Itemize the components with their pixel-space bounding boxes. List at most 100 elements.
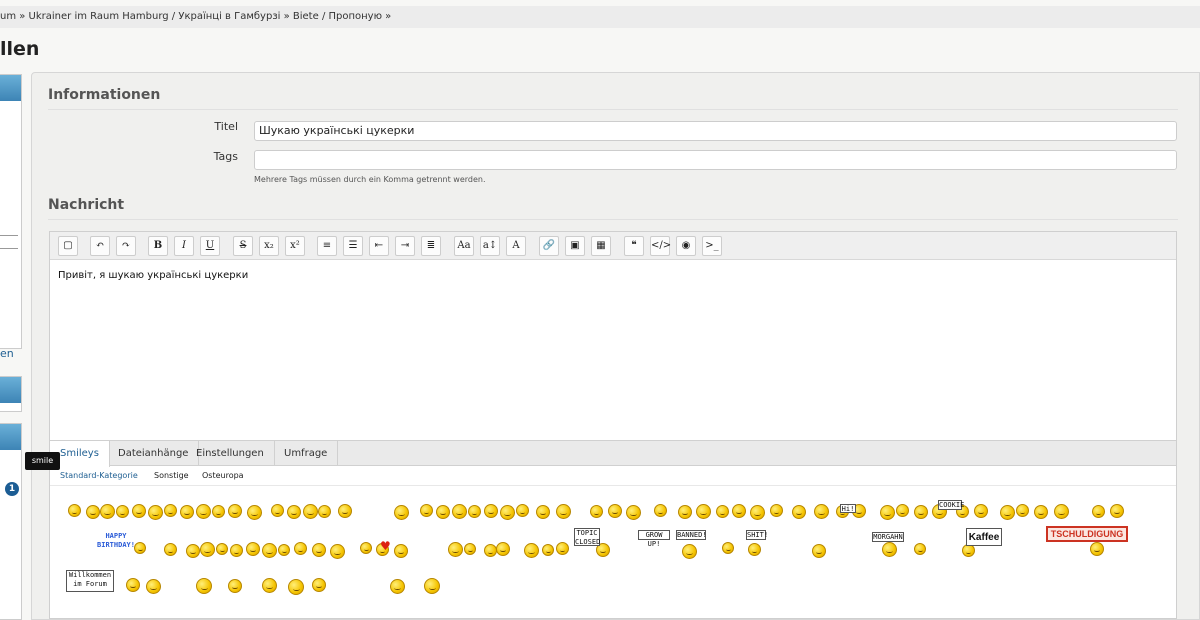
smiley-icon[interactable] <box>436 505 450 519</box>
smiley-icon[interactable] <box>536 505 550 519</box>
tab-einstellungen[interactable]: Einstellungen <box>186 441 275 466</box>
smiley-icon[interactable] <box>448 542 463 557</box>
smiley-icon[interactable] <box>196 578 212 594</box>
smiley-icon[interactable] <box>196 504 211 519</box>
smiley-sign-banned[interactable]: BANNED! <box>676 530 707 540</box>
font-size-button[interactable]: a↕ <box>480 236 500 256</box>
indent-button[interactable]: ⇥ <box>395 236 415 256</box>
smiley-icon[interactable] <box>748 543 761 556</box>
smiley-icon[interactable] <box>330 544 345 559</box>
message-textarea[interactable]: Привіт, я шукаю українські цукерки <box>50 260 1176 440</box>
unordered-list-button[interactable]: ☰ <box>343 236 363 256</box>
smiley-icon[interactable] <box>271 504 284 517</box>
smiley-icon[interactable] <box>556 504 571 519</box>
smiley-sign-cookie[interactable]: COOKIE <box>938 500 964 510</box>
superscript-button[interactable]: x² <box>285 236 305 256</box>
subscript-button[interactable]: x₂ <box>259 236 279 256</box>
smiley-icon[interactable] <box>484 504 498 518</box>
smiley-icon[interactable] <box>180 505 194 519</box>
heart-icon[interactable]: ♥ <box>380 540 391 552</box>
smiley-icon[interactable] <box>294 542 307 555</box>
smiley-icon[interactable] <box>394 544 408 558</box>
smiley-icon[interactable] <box>556 542 569 555</box>
subtab-sonstige[interactable]: Sonstige <box>154 466 189 486</box>
smiley-icon[interactable] <box>496 542 510 556</box>
smiley-icon[interactable] <box>792 505 806 519</box>
smiley-icon[interactable] <box>608 504 622 518</box>
smiley-icon[interactable] <box>452 504 467 519</box>
quote-button[interactable]: ❝ <box>624 236 644 256</box>
smiley-icon[interactable] <box>424 578 440 594</box>
smiley-icon[interactable] <box>312 578 326 592</box>
smiley-icon[interactable] <box>278 544 290 556</box>
smiley-icon[interactable] <box>312 543 326 557</box>
smiley-icon[interactable] <box>1110 504 1124 518</box>
smiley-sign-hi[interactable]: Hi! <box>840 504 856 513</box>
smiley-icon[interactable] <box>626 505 641 520</box>
tab-umfrage[interactable]: Umfrage <box>274 441 339 466</box>
smiley-sign-happy-line1[interactable]: HAPPY <box>96 532 136 541</box>
smiley-icon[interactable] <box>696 504 711 519</box>
smiley-icon[interactable] <box>146 579 161 594</box>
bold-button[interactable]: B <box>148 236 168 256</box>
smiley-sign-topic-closed[interactable]: TOPIC CLOSED <box>574 528 600 546</box>
smiley-icon[interactable] <box>164 543 177 556</box>
smiley-icon[interactable] <box>1054 504 1069 519</box>
smiley-icon[interactable] <box>164 504 177 517</box>
smiley-sign-grow-up[interactable]: GROW UP! <box>638 530 670 548</box>
smiley-icon[interactable] <box>200 542 215 557</box>
outdent-button[interactable]: ⇤ <box>369 236 389 256</box>
smiley-icon[interactable] <box>68 504 81 517</box>
smiley-icon[interactable] <box>678 505 692 519</box>
smiley-icon[interactable] <box>914 505 928 519</box>
smiley-icon[interactable] <box>896 504 909 517</box>
smiley-icon[interactable] <box>1092 505 1105 518</box>
redo-button[interactable]: ↷ <box>116 236 136 256</box>
smiley-icon[interactable] <box>654 504 667 517</box>
smiley-icon[interactable] <box>974 504 988 518</box>
underline-button[interactable]: U <box>200 236 220 256</box>
smiley-icon[interactable] <box>247 505 262 520</box>
smiley-icon[interactable] <box>750 505 765 520</box>
font-color-button[interactable]: A <box>506 236 526 256</box>
smiley-icon[interactable] <box>228 504 242 518</box>
smiley-icon[interactable] <box>186 544 200 558</box>
notification-badge[interactable]: 1 <box>5 482 19 496</box>
smiley-icon[interactable] <box>524 543 539 558</box>
subtab-standard-kategorie[interactable]: Standard-Kategorie <box>60 466 138 486</box>
smiley-icon[interactable] <box>303 504 318 519</box>
smiley-icon[interactable] <box>814 504 829 519</box>
smiley-icon[interactable] <box>288 579 304 595</box>
sidebar-link[interactable]: en <box>0 347 14 360</box>
smiley-sign-morgahn[interactable]: MORGAHN <box>872 532 904 542</box>
smiley-icon[interactable] <box>468 505 481 518</box>
undo-button[interactable]: ↶ <box>90 236 110 256</box>
smiley-icon[interactable] <box>500 505 515 520</box>
smiley-sign-kaffee[interactable]: Kaffee <box>966 528 1002 546</box>
tags-input[interactable] <box>254 150 1177 170</box>
smiley-icon[interactable] <box>262 543 277 558</box>
smiley-icon[interactable] <box>230 544 243 557</box>
subtab-osteuropa[interactable]: Osteuropa <box>202 466 244 486</box>
smiley-icon[interactable] <box>318 505 331 518</box>
link-button[interactable]: 🔗 <box>539 236 559 256</box>
smiley-icon[interactable] <box>132 504 146 518</box>
smiley-icon[interactable] <box>148 505 163 520</box>
smiley-icon[interactable] <box>1090 542 1104 556</box>
smiley-sign-shit[interactable]: SHIT! <box>746 530 768 540</box>
smiley-icon[interactable] <box>390 579 405 594</box>
smiley-icon[interactable] <box>262 578 277 593</box>
smiley-icon[interactable] <box>880 505 895 520</box>
smiley-icon[interactable] <box>914 543 926 555</box>
smiley-icon[interactable] <box>590 505 603 518</box>
smiley-icon[interactable] <box>682 544 697 559</box>
smiley-icon[interactable] <box>394 505 409 520</box>
align-button[interactable]: ≣ <box>421 236 441 256</box>
smiley-icon[interactable] <box>287 505 301 519</box>
smiley-icon[interactable] <box>86 505 100 519</box>
smiley-icon[interactable] <box>360 542 372 554</box>
smiley-icon[interactable] <box>420 504 433 517</box>
breadcrumb[interactable]: um » Ukrainer im Raum Hamburg / Українці… <box>0 6 1200 28</box>
smiley-icon[interactable] <box>732 504 746 518</box>
smiley-sign-happy-line2[interactable]: BIRTHDAY! <box>96 541 136 550</box>
